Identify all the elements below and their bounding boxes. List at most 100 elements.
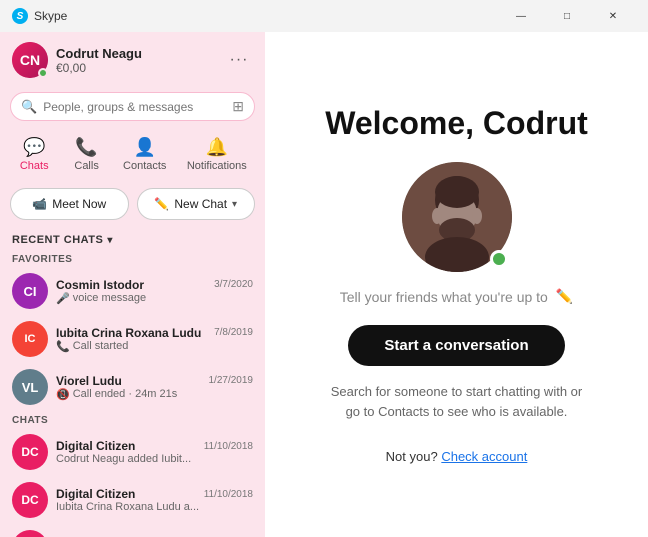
chat-date: 11/10/2018 (204, 441, 253, 452)
chat-content: Digital Citizen 11/10/2018 Iubita Crina … (56, 487, 253, 513)
avatar: DC (12, 530, 48, 537)
chat-name-row: Iubita Crina Roxana Ludu 7/8/2019 (56, 326, 253, 340)
chat-content: Cosmin Istodor 3/7/2020 🎤 voice message (56, 278, 253, 305)
titlebar: S Skype — □ ✕ (0, 0, 648, 32)
chats-icon: 💬 (23, 137, 45, 158)
chat-content: Viorel Ludu 1/27/2019 📵 Call ended · 24m… (56, 374, 253, 401)
chat-name: Iubita Crina Roxana Ludu (56, 326, 201, 340)
avatar: VL (12, 369, 48, 405)
main-layout: CN Codrut Neagu €0,00 ··· 🔍 ⊞ 💬 Chats 📞 (0, 32, 648, 537)
notifications-icon: 🔔 (206, 137, 228, 158)
list-item[interactable]: VL Viorel Ludu 1/27/2019 📵 Call ended · … (0, 363, 265, 411)
user-avatar-wrap[interactable]: CN (12, 42, 48, 78)
favorites-header: FAVORITES (0, 250, 265, 267)
check-account-link[interactable]: Check account (441, 449, 527, 464)
search-input[interactable] (43, 100, 226, 114)
start-conversation-button[interactable]: Start a conversation (348, 325, 564, 366)
new-chat-button[interactable]: ✏️ New Chat ▾ (137, 188, 256, 220)
avatar: IC (12, 321, 48, 357)
list-item[interactable]: DC Digital Citizen 11/10/2018 (0, 524, 265, 537)
chat-preview: Codrut Neagu added Iubit... (56, 453, 253, 465)
chats-label: CHATS (12, 415, 48, 426)
chevron-down-icon: ▾ (107, 235, 113, 246)
minimize-button[interactable]: — (498, 0, 544, 32)
chats-label: Chats (20, 160, 49, 172)
search-icon: 🔍 (21, 99, 37, 115)
mic-icon: 🎤 (56, 292, 70, 305)
list-item[interactable]: DC Digital Citizen 11/10/2018 Codrut Nea… (0, 428, 265, 476)
chat-name: Digital Citizen (56, 487, 135, 501)
chat-preview: 🎤 voice message (56, 292, 253, 305)
user-name: Codrut Neagu (56, 46, 217, 61)
chat-content: Digital Citizen 11/10/2018 Codrut Neagu … (56, 439, 253, 465)
chat-name-row: Cosmin Istodor 3/7/2020 (56, 278, 253, 292)
meet-now-label: Meet Now (52, 197, 106, 211)
not-you-text: Not you? (386, 449, 438, 464)
tab-calls[interactable]: 📞 Calls (63, 133, 111, 176)
nav-tabs: 💬 Chats 📞 Calls 👤 Contacts 🔔 Notificatio… (0, 129, 265, 180)
user-info: Codrut Neagu €0,00 (56, 46, 217, 75)
not-you-section: Not you? Check account (386, 449, 528, 464)
chat-preview: 📵 Call ended · 24m 21s (56, 388, 253, 401)
edit-icon[interactable]: ✏️ (556, 288, 573, 305)
online-status-dot (490, 250, 508, 268)
list-item[interactable]: IC Iubita Crina Roxana Ludu 7/8/2019 📞 C… (0, 315, 265, 363)
tab-notifications[interactable]: 🔔 Notifications (179, 133, 255, 176)
maximize-button[interactable]: □ (544, 0, 590, 32)
new-chat-label: New Chat (174, 197, 227, 211)
phone-icon: 📞 (56, 340, 70, 353)
window-controls: — □ ✕ (498, 0, 636, 32)
chat-name-row: Digital Citizen 11/10/2018 (56, 439, 253, 453)
user-more-button[interactable]: ··· (225, 46, 253, 74)
tab-contacts[interactable]: 👤 Contacts (115, 133, 174, 176)
chat-name: Digital Citizen (56, 439, 135, 453)
close-button[interactable]: ✕ (590, 0, 636, 32)
user-header: CN Codrut Neagu €0,00 ··· (0, 32, 265, 88)
avatar: CI (12, 273, 48, 309)
user-balance: €0,00 (56, 61, 217, 75)
meet-now-icon: 📹 (32, 197, 47, 211)
search-bar: 🔍 ⊞ (10, 92, 255, 121)
calls-icon: 📞 (75, 137, 97, 158)
chat-date: 3/7/2020 (214, 279, 253, 290)
welcome-title: Welcome, Codrut (325, 105, 588, 142)
status-dot (38, 68, 48, 78)
app-logo: S (12, 8, 28, 24)
chat-preview: Iubita Crina Roxana Ludu a... (56, 501, 253, 513)
chat-preview: 📞 Call started (56, 340, 253, 353)
meet-now-button[interactable]: 📹 Meet Now (10, 188, 129, 220)
notifications-label: Notifications (187, 160, 247, 172)
calls-label: Calls (74, 160, 98, 172)
sidebar: CN Codrut Neagu €0,00 ··· 🔍 ⊞ 💬 Chats 📞 (0, 32, 265, 537)
favorites-label: FAVORITES (12, 254, 72, 265)
chat-date: 7/8/2019 (214, 327, 253, 338)
chats-section: RECENT CHATS ▾ FAVORITES CI Cosmin Istod… (0, 228, 265, 537)
contacts-label: Contacts (123, 160, 166, 172)
app-title: Skype (34, 9, 498, 23)
chat-content: Iubita Crina Roxana Ludu 7/8/2019 📞 Call… (56, 326, 253, 353)
chat-name-row: Viorel Ludu 1/27/2019 (56, 374, 253, 388)
chat-name: Cosmin Istodor (56, 278, 144, 292)
dropdown-arrow-icon: ▾ (232, 199, 237, 210)
phone-missed-icon: 📵 (56, 388, 70, 401)
right-panel: Welcome, Codrut (265, 32, 648, 537)
contacts-icon: 👤 (134, 137, 156, 158)
status-line: Tell your friends what you're up to ✏️ (340, 288, 574, 305)
chat-date: 11/10/2018 (204, 489, 253, 500)
avatar: DC (12, 482, 48, 518)
tab-chats[interactable]: 💬 Chats (10, 133, 58, 176)
new-chat-icon: ✏️ (154, 197, 169, 211)
chat-date: 1/27/2019 (209, 375, 254, 386)
avatar: DC (12, 434, 48, 470)
chat-name-row: Digital Citizen 11/10/2018 (56, 487, 253, 501)
list-item[interactable]: DC Digital Citizen 11/10/2018 Iubita Cri… (0, 476, 265, 524)
chat-name: Viorel Ludu (56, 374, 122, 388)
recent-chats-label: RECENT CHATS (12, 234, 103, 246)
search-hint: Search for someone to start chatting wit… (327, 382, 587, 421)
status-text: Tell your friends what you're up to (340, 289, 548, 305)
list-item[interactable]: CI Cosmin Istodor 3/7/2020 🎤 voice messa… (0, 267, 265, 315)
profile-picture-wrap (402, 162, 512, 272)
recent-chats-header[interactable]: RECENT CHATS ▾ (0, 228, 265, 250)
grid-icon[interactable]: ⊞ (232, 98, 244, 115)
chats-subheader: CHATS (0, 411, 265, 428)
